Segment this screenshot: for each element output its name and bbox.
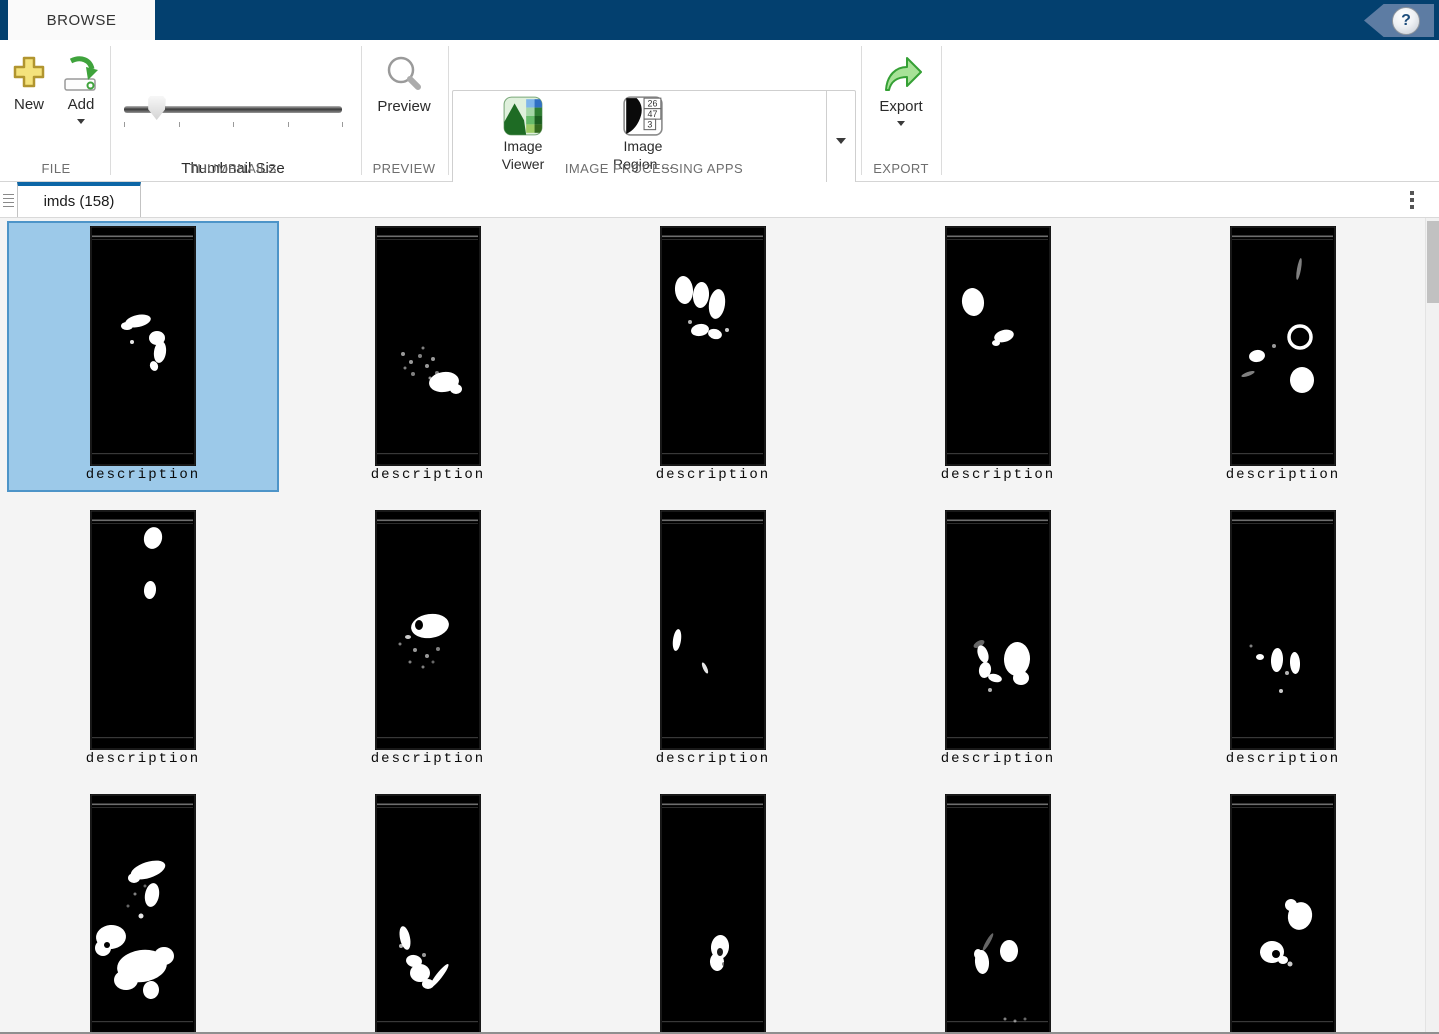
- thumbnail-image: [660, 510, 766, 750]
- thumbnail-label: description: [862, 751, 1134, 767]
- thumbnail-cell[interactable]: description: [292, 505, 564, 776]
- section-label-image-processing-apps: IMAGE PROCESSING APPS: [452, 161, 856, 176]
- thumbnail-image: [375, 226, 481, 466]
- export-button[interactable]: Export: [872, 54, 930, 126]
- image-region-label-line1: Image: [624, 137, 663, 155]
- scrollbar-thumb[interactable]: [1427, 221, 1439, 303]
- thumbnail-cell[interactable]: description: [292, 789, 564, 1032]
- thumbnail-cell[interactable]: description: [292, 221, 564, 492]
- add-button-label: Add: [68, 96, 95, 113]
- thumbnail-cell[interactable]: description: [862, 505, 1134, 776]
- new-button[interactable]: New: [7, 54, 51, 113]
- help-icon: ?: [1392, 7, 1420, 35]
- image-region-icon: 26 47 3: [622, 95, 664, 137]
- preview-button[interactable]: Preview: [374, 54, 434, 115]
- thumbnail-cell[interactable]: description: [7, 505, 279, 776]
- preview-button-label: Preview: [377, 98, 430, 115]
- thumbnail-label: description: [862, 467, 1134, 483]
- thumbnail-image: [1230, 794, 1336, 1032]
- thumbnail-cell[interactable]: description: [577, 221, 849, 492]
- titlebar: BROWSE ?: [0, 0, 1439, 40]
- thumbnail-size-slider-thumb[interactable]: [148, 96, 165, 120]
- magnifier-icon: [384, 54, 424, 94]
- image-viewer-label-line1: Image: [504, 137, 543, 155]
- thumbnail-cell[interactable]: description: [1147, 505, 1419, 776]
- thumbnail-cell[interactable]: description: [7, 221, 279, 492]
- thumbnail-label: description: [577, 467, 849, 483]
- thumbnail-cell[interactable]: description: [577, 789, 849, 1032]
- tab-options-kebab-icon[interactable]: [1409, 191, 1415, 211]
- thumbnail-image: [945, 510, 1051, 750]
- ribbon-toolstrip: New Add FILE Thumbnail Size THUMBNAILS P…: [0, 40, 1439, 182]
- section-label-file: FILE: [10, 161, 102, 176]
- thumbnail-image: [660, 794, 766, 1032]
- thumbnail-image: [1230, 226, 1336, 466]
- ribbon-tab-browse[interactable]: BROWSE: [8, 0, 155, 40]
- add-import-icon: [61, 54, 101, 92]
- thumbnail-image: [90, 226, 196, 466]
- thumbnail-cell[interactable]: description: [1147, 221, 1419, 492]
- thumbnail-cell[interactable]: description: [577, 505, 849, 776]
- thumbnail-label: description: [1147, 467, 1419, 483]
- help-button[interactable]: ?: [1364, 4, 1434, 37]
- browser-content: description description description desc…: [0, 218, 1425, 1032]
- thumbnail-label: description: [292, 751, 564, 767]
- export-dropdown-arrow-icon[interactable]: [897, 121, 905, 126]
- export-arrow-icon: [878, 54, 924, 94]
- section-divider: [861, 46, 862, 175]
- svg-text:3: 3: [647, 120, 652, 130]
- new-button-label: New: [14, 96, 44, 113]
- thumbnail-cell[interactable]: description: [7, 789, 279, 1032]
- section-label-preview: PREVIEW: [364, 161, 444, 176]
- section-divider: [361, 46, 362, 175]
- add-button[interactable]: Add: [58, 54, 104, 124]
- thumbnail-cell[interactable]: description: [1147, 789, 1419, 1032]
- svg-text:47: 47: [647, 109, 657, 119]
- apps-gallery: Image Viewer 26 47 3 Image Region ...: [452, 90, 856, 192]
- thumbnail-label: description: [7, 467, 279, 483]
- thumbnail-image: [945, 226, 1051, 466]
- thumbnail-cell[interactable]: description: [862, 221, 1134, 492]
- plus-icon: [11, 54, 47, 92]
- thumbnail-image: [375, 794, 481, 1032]
- section-divider: [941, 46, 942, 175]
- section-divider: [110, 46, 111, 175]
- thumbnail-cell[interactable]: description: [862, 789, 1134, 1032]
- apps-gallery-dropdown-button[interactable]: [826, 91, 855, 191]
- thumbnail-image: [90, 510, 196, 750]
- thumbnail-label: description: [1147, 751, 1419, 767]
- drag-grip-icon[interactable]: [3, 191, 14, 209]
- thumbnail-grid: description description description desc…: [0, 218, 1425, 1032]
- tab-imds[interactable]: imds (158): [17, 182, 141, 217]
- thumbnail-image: [1230, 510, 1336, 750]
- export-button-label: Export: [879, 98, 922, 115]
- chevron-down-icon: [836, 138, 846, 144]
- image-viewer-icon: [502, 95, 544, 137]
- thumbnail-label: description: [292, 467, 564, 483]
- document-tabbar: imds (158): [0, 182, 1439, 218]
- section-label-thumbnails: THUMBNAILS: [124, 161, 342, 176]
- thumbnail-image: [375, 510, 481, 750]
- svg-text:26: 26: [647, 99, 657, 109]
- thumbnail-image: [945, 794, 1051, 1032]
- thumbnail-image: [90, 794, 196, 1032]
- vertical-scrollbar[interactable]: [1425, 218, 1439, 1032]
- thumbnail-image: [660, 226, 766, 466]
- thumbnail-label: description: [7, 751, 279, 767]
- add-dropdown-arrow-icon[interactable]: [77, 119, 85, 124]
- section-divider: [448, 46, 449, 175]
- thumbnail-label: description: [577, 751, 849, 767]
- section-label-export: EXPORT: [861, 161, 941, 176]
